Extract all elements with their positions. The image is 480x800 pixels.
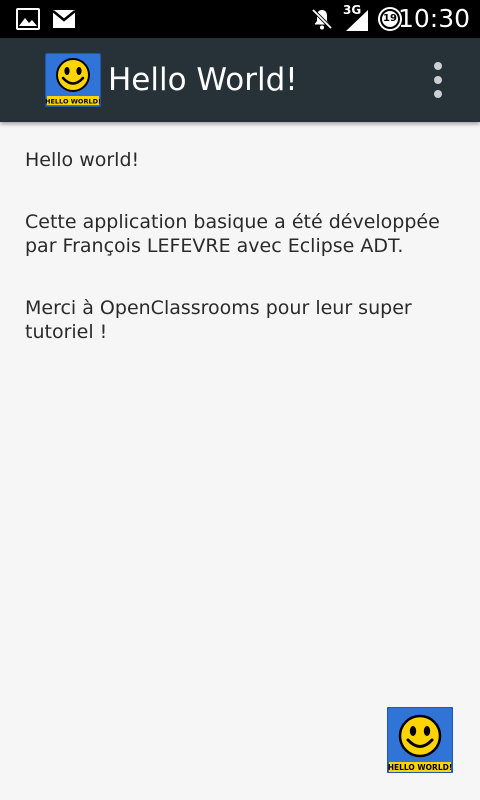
page-title: Hello World!	[108, 62, 298, 98]
app-icon[interactable]: HELLO WORLD!	[45, 53, 101, 107]
action-bar: HELLO WORLD! Hello World!	[0, 38, 480, 122]
app-screen: 3G 19 10:30 HELLO WORLD! Hello World! He…	[0, 0, 480, 800]
battery-level: 19	[383, 13, 397, 24]
more-vert-icon[interactable]	[420, 56, 456, 104]
status-time: 10:30	[397, 4, 470, 33]
logo-label: HELLO WORLD!	[388, 763, 453, 772]
notifications-off-icon	[311, 8, 333, 30]
mail-icon	[52, 10, 76, 28]
hello-text: Hello world!	[25, 149, 140, 171]
signal-icon	[346, 10, 368, 31]
image-icon	[16, 8, 40, 30]
description-text: Cette application basique a été développ…	[25, 211, 440, 257]
app-icon-label: HELLO WORLD!	[45, 98, 101, 106]
main-content: Hello world! Cette application basique a…	[25, 148, 455, 382]
status-bar: 3G 19 10:30	[0, 0, 480, 38]
thanks-text: Merci à OpenClassrooms pour leur super t…	[25, 297, 412, 343]
hello-world-logo-icon: HELLO WORLD!	[387, 707, 453, 773]
